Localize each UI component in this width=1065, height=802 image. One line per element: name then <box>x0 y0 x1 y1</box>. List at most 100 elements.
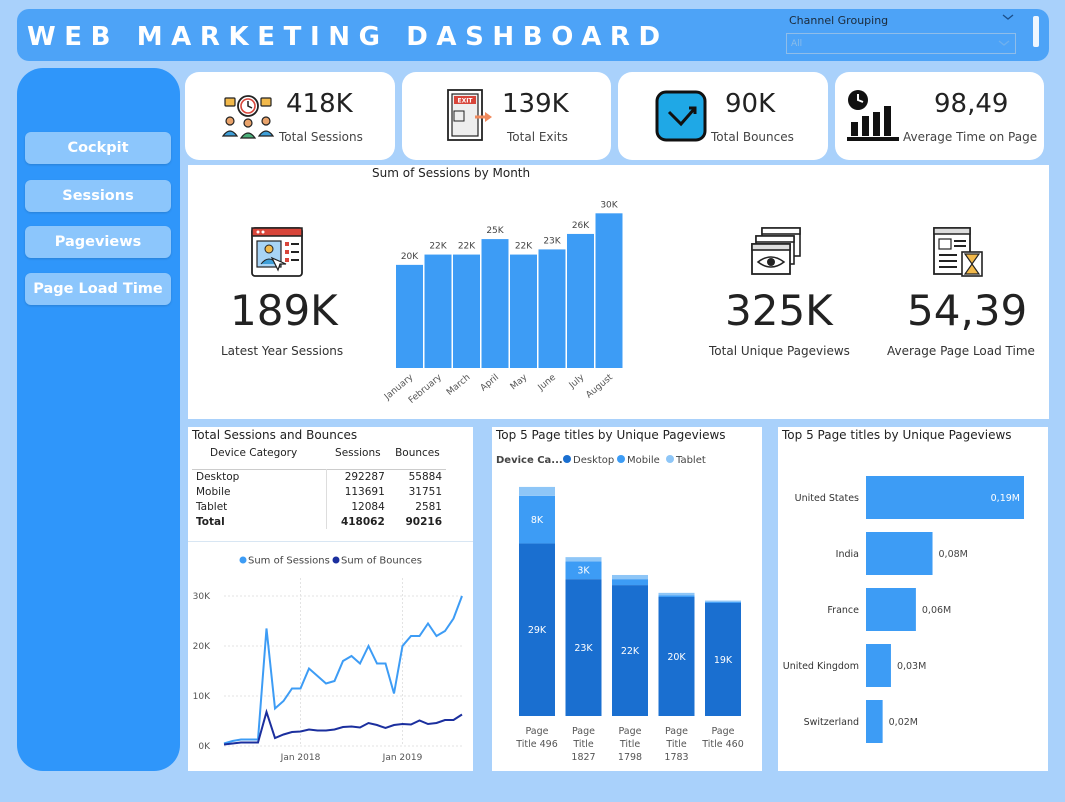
legend-title: Device Ca... <box>496 455 563 466</box>
x-tick-label: 1798 <box>618 752 642 763</box>
month-bar[interactable] <box>510 254 537 368</box>
web-analytics-icon <box>251 227 303 277</box>
stack-segment[interactable] <box>612 574 648 580</box>
unique-pageviews-label: Total Unique Pageviews <box>709 344 850 358</box>
x-tick-label: Page <box>572 726 595 737</box>
x-tick-label: 1827 <box>571 752 595 763</box>
sessions-table-title: Total Sessions and Bounces <box>192 428 358 442</box>
month-bar[interactable] <box>538 249 566 368</box>
nav-sessions-button[interactable]: Sessions <box>25 180 171 212</box>
stack-segment[interactable] <box>519 486 555 496</box>
x-tick-label: Title <box>572 739 594 750</box>
table-cell: Tablet <box>192 499 328 514</box>
country-bar[interactable] <box>866 532 933 575</box>
month-bar-label: 22K <box>429 242 447 252</box>
dropdown-chevron-icon[interactable] <box>998 38 1010 48</box>
legend-label: Tablet <box>675 455 706 466</box>
top-pages-stacked-chart: Device Ca... Desktop Mobile Tablet 29K 8K Page… <box>496 455 744 763</box>
table-cell: 292287 <box>344 470 385 483</box>
kpi-card-bounces <box>618 72 828 160</box>
exit-door-icon: EXIT <box>447 89 492 141</box>
month-bar[interactable] <box>453 254 480 368</box>
nav-pageviews-button[interactable]: Pageviews <box>25 226 171 258</box>
divider <box>188 541 473 542</box>
table-cell: 31751 <box>408 485 442 498</box>
table-row: Tablet 12084 2581 <box>192 499 446 514</box>
scrollbar[interactable] <box>1033 16 1039 47</box>
stack-segment[interactable] <box>658 595 695 597</box>
sessions-bounces-line-chart: Sum of Sessions Sum of Bounces 30K 20K 10K 0K… <box>193 556 463 763</box>
country-bar[interactable] <box>866 588 916 631</box>
table-cell: 418062 <box>340 515 385 528</box>
slicer-value: All <box>791 39 803 49</box>
slicer-chevron-icon[interactable] <box>1002 12 1014 22</box>
stack-segment[interactable] <box>565 557 602 562</box>
month-bar-label: 25K <box>486 226 504 236</box>
month-bar-label: 22K <box>458 242 476 252</box>
x-tick-label: Page <box>526 726 549 737</box>
legend-bounces-marker <box>332 556 340 564</box>
hbar-chart-title: Top 5 Page titles by Unique Pageviews <box>782 428 1012 442</box>
bounce-arrow-icon <box>655 90 707 142</box>
month-bar[interactable] <box>595 213 623 368</box>
countries-hbar-chart: United States 0,19M India 0,08M France 0,06M U… <box>783 476 1024 743</box>
table-cell: Total <box>192 514 328 529</box>
x-tick-label: Page <box>619 726 642 737</box>
latest-year-sessions-value: 189K <box>230 286 338 335</box>
legend-sessions-label: Sum of Sessions <box>248 556 330 567</box>
y-tick-label: 0K <box>198 742 211 752</box>
stack-segment[interactable] <box>658 592 695 596</box>
nav-page-load-time-button[interactable]: Page Load Time <box>25 273 171 305</box>
table-cell: 2581 <box>415 500 442 513</box>
page-hourglass-icon <box>933 227 983 277</box>
month-bar-label: 30K <box>600 200 618 210</box>
kpi-sessions-label: Total Sessions <box>279 130 363 144</box>
latest-year-sessions-label: Latest Year Sessions <box>221 344 344 358</box>
stack-segment[interactable] <box>612 579 648 586</box>
month-tick-label: July <box>567 372 587 391</box>
country-bar[interactable] <box>866 644 891 687</box>
legend-sessions-marker <box>239 556 247 564</box>
country-bar[interactable] <box>866 700 883 743</box>
kpi-exits-label: Total Exits <box>507 130 568 144</box>
stack-label: 8K <box>531 515 544 526</box>
stack-label: 22K <box>621 646 640 657</box>
stacked-chart-title: Top 5 Page titles by Unique Pageviews <box>496 428 726 442</box>
table-row: Desktop 292287 55884 <box>192 469 446 484</box>
kpi-time-label: Average Time on Page <box>903 130 1038 144</box>
legend-marker <box>617 455 625 463</box>
y-tick-label: 20K <box>193 642 211 652</box>
stack-label: 3K <box>577 566 590 577</box>
month-bar[interactable] <box>481 239 509 368</box>
x-tick-label: Page <box>712 726 735 737</box>
x-tick-label: Title <box>665 739 687 750</box>
stack-label: 23K <box>574 643 593 654</box>
table-cell: 90216 <box>405 515 442 528</box>
month-bar[interactable] <box>424 254 452 368</box>
legend-label: Mobile <box>627 455 660 466</box>
table-total-row: Total 418062 90216 <box>192 514 446 529</box>
month-tick-label: May <box>509 372 530 392</box>
sessions-line[interactable] <box>223 595 463 745</box>
sidebar <box>17 68 180 771</box>
legend-label: Desktop <box>573 455 614 466</box>
table-header-bounces: Bounces <box>395 447 440 459</box>
channel-grouping-dropdown[interactable] <box>786 33 1016 54</box>
country-value-label: 0,03M <box>897 661 926 672</box>
nav-cockpit-button[interactable]: Cockpit <box>25 132 171 164</box>
table-cell: 12084 <box>351 500 385 513</box>
stack-segment[interactable] <box>705 600 741 602</box>
country-label: India <box>836 549 859 560</box>
monthly-chart-title: Sum of Sessions by Month <box>372 166 531 180</box>
month-bar-label: 20K <box>401 252 419 262</box>
x-tick-label: Title 460 <box>701 739 744 750</box>
x-tick-label: Jan 2019 <box>382 753 423 763</box>
month-bar[interactable] <box>396 264 423 368</box>
month-tick-label: August <box>584 372 615 400</box>
stack-segment[interactable] <box>705 601 741 603</box>
month-bar[interactable] <box>567 233 594 368</box>
table-header-device: Device Category <box>210 447 298 459</box>
legend-bounces-label: Sum of Bounces <box>341 556 422 567</box>
table-cell: 113691 <box>344 485 385 498</box>
month-tick-label: April <box>479 373 501 394</box>
